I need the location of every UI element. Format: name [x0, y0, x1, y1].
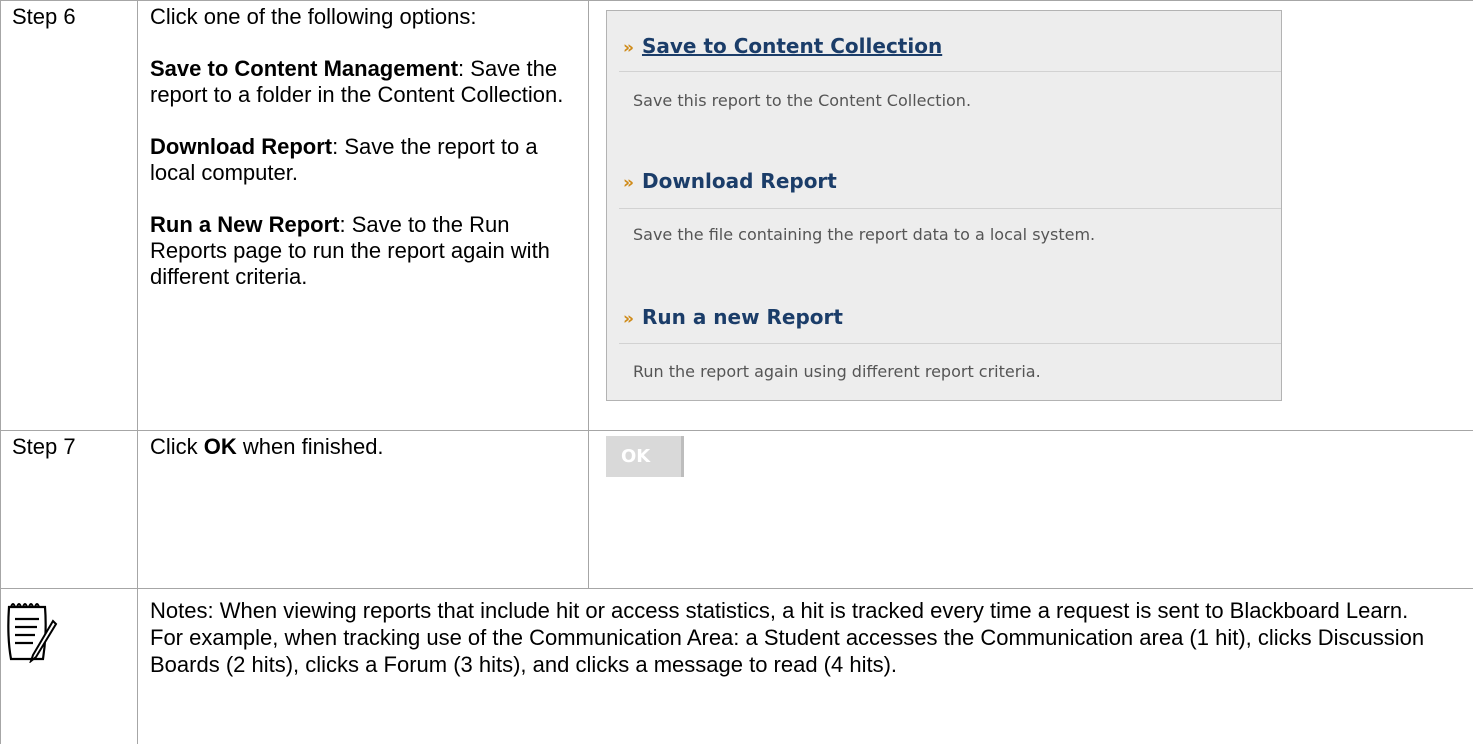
option-name: Save to Content Management [150, 56, 458, 81]
option-name: Download Report [150, 134, 332, 159]
save-to-content-collection-link[interactable]: » Save to Content Collection [623, 34, 942, 60]
instructions-table: Step 6 Click one of the following option… [0, 0, 1473, 744]
chevron-icon: » [623, 309, 634, 329]
option-download-report: Download Report: Save the report to a lo… [150, 134, 540, 186]
notepad-icon [3, 597, 61, 663]
option-save-to-content-management: Save to Content Management: Save the rep… [150, 56, 580, 108]
chevron-icon: » [623, 173, 634, 193]
step-instructions: Click one of the following options: Save… [138, 1, 589, 431]
instruction-ok: OK [204, 434, 237, 459]
step-instructions: Click OK when finished. [138, 431, 589, 589]
step-label: Step 7 [1, 431, 138, 589]
chevron-icon: » [623, 38, 634, 58]
option-name: Run a New Report [150, 212, 339, 237]
option-run-new-report: Run a New Report: Save to the Run Report… [150, 212, 550, 290]
ok-button[interactable]: OK [606, 436, 684, 477]
step-7-screenshot-cell: OK [589, 431, 1473, 589]
divider [619, 71, 1281, 72]
run-new-report-link[interactable]: » Run a new Report [623, 305, 843, 331]
option-title: Run a new Report [642, 305, 843, 329]
report-options-panel: » Save to Content Collection Save this re… [606, 10, 1282, 401]
notes-text: Notes: When viewing reports that include… [138, 589, 1473, 744]
option-description: Save the file containing the report data… [633, 225, 1095, 245]
option-title: Download Report [642, 169, 837, 193]
option-description: Save this report to the Content Collecti… [633, 91, 971, 111]
instruction-pre: Click [150, 434, 204, 459]
option-title: Save to Content Collection [642, 34, 942, 58]
step-7-row: Step 7 Click OK when finished. OK [1, 431, 1473, 589]
step-label: Step 6 [1, 1, 138, 431]
step-6-row: Step 6 Click one of the following option… [1, 1, 1473, 431]
step-intro: Click one of the following options: [150, 4, 480, 30]
divider [619, 343, 1281, 344]
option-description: Run the report again using different rep… [633, 362, 1041, 382]
notes-icon-cell [1, 589, 138, 744]
instruction-post: when finished. [237, 434, 384, 459]
notes-row: Notes: When viewing reports that include… [1, 589, 1473, 744]
download-report-link[interactable]: » Download Report [623, 169, 837, 195]
step-6-screenshot-cell: » Save to Content Collection Save this re… [589, 1, 1473, 431]
divider [619, 208, 1281, 209]
